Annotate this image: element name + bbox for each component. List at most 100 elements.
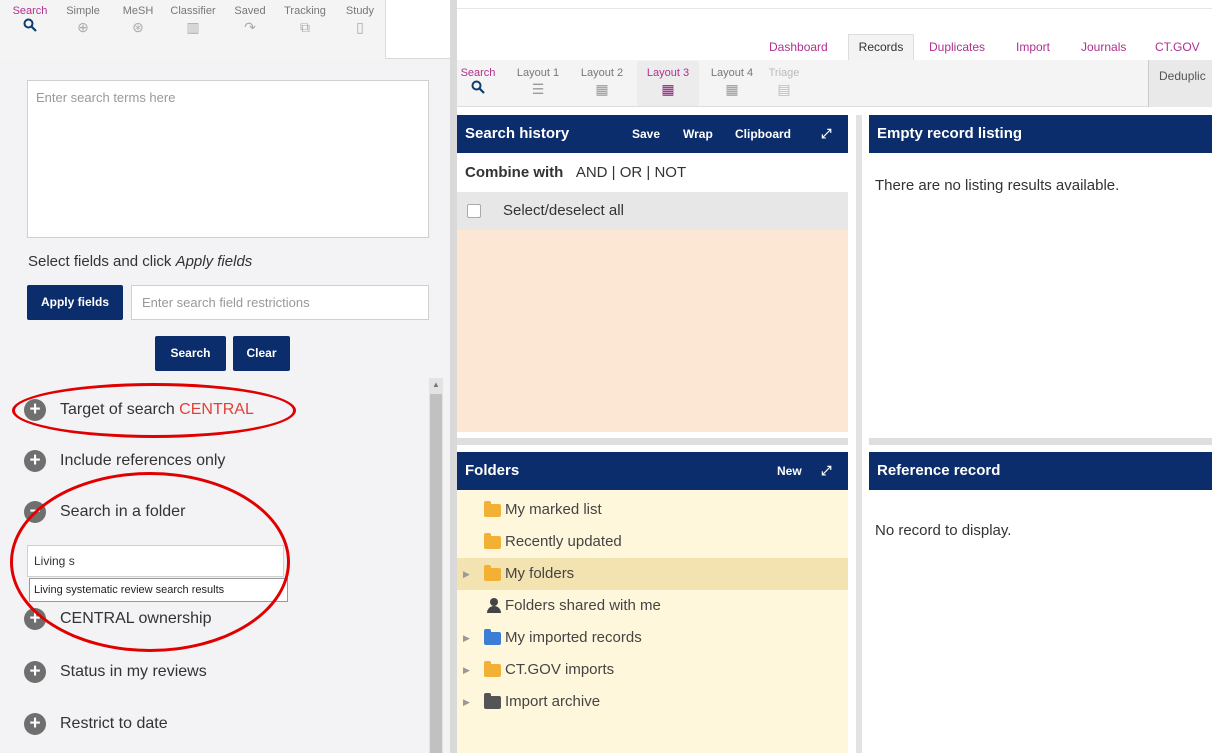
layout-tab-3[interactable]: Layout 3 ▦ [640,66,696,98]
folder-item-marked-list[interactable]: My marked list [457,494,848,526]
left-tab-bar: Search Simple ⊕ MeSH ⊛ Classifier ▥ Save… [0,0,450,59]
folder-icon [484,533,501,549]
folder-label: My marked list [505,501,602,518]
layout-label: Triage [768,67,800,79]
expand-arrow-icon[interactable]: ▶ [463,686,470,718]
combine-operators[interactable]: AND | OR | NOT [576,164,686,181]
layout-label: Search [460,67,496,79]
zoom-icon: ⊕ [77,19,89,35]
folder-item-recently-updated[interactable]: Recently updated [457,526,848,558]
combine-with-row: Combine with AND | OR | NOT [457,153,848,192]
clipboard-button[interactable]: Clipboard [735,115,791,153]
restrict-to-date-option[interactable]: + Restrict to date [24,711,168,737]
new-folder-button[interactable]: New [777,452,802,490]
layout-tab-2[interactable]: Layout 2 ▦ [574,66,630,98]
expand-icon[interactable]: ⤢ [821,452,831,490]
tab-saved[interactable]: Saved ↷ [230,4,270,56]
field-restrictions-input[interactable]: Enter search field restrictions [131,285,429,320]
expand-arrow-icon[interactable]: ▶ [463,622,470,654]
folder-label: Folders shared with me [505,597,661,614]
plus-circle-icon: + [24,661,46,683]
wrap-button[interactable]: Wrap [683,115,713,153]
nav-duplicates[interactable]: Duplicates [929,40,985,54]
panel-divider[interactable] [450,0,457,753]
layout-rows-icon: ☰ [531,81,545,97]
tab-search[interactable]: Search [10,4,50,56]
expand-icon[interactable]: ⤢ [821,115,831,153]
tab-label: Study [345,5,375,17]
layout-grid-icon: ▦ [725,81,739,97]
folder-item-shared[interactable]: Folders shared with me [457,590,848,622]
save-history-button[interactable]: Save [632,115,660,153]
layout-tab-1[interactable]: Layout 1 ☰ [510,66,566,98]
folder-label: My imported records [505,629,642,646]
folder-label: CT.GOV imports [505,661,615,678]
layout-label: Layout 3 [646,67,690,79]
tab-simple[interactable]: Simple ⊕ [63,4,103,56]
nav-import[interactable]: Import [1016,40,1050,54]
panel-title: Search history [465,125,570,142]
tab-classifier[interactable]: Classifier ▥ [168,4,218,56]
tracking-icon: ⧉ [300,19,310,35]
select-all-label: Select/deselect all [503,202,624,219]
layout-label: Layout 2 [580,67,624,79]
layout-label: Layout 1 [516,67,560,79]
folder-item-my-folders[interactable]: ▶ My folders [457,558,848,590]
status-in-reviews-option[interactable]: + Status in my reviews [24,659,207,685]
tab-label: Tracking [284,5,326,17]
select-all-checkbox[interactable] [467,204,481,219]
triage-icon: ▤ [777,81,791,97]
plus-circle-icon: + [24,450,46,472]
tab-study[interactable]: Study ▯ [340,4,380,56]
combine-label: Combine with [465,164,564,181]
nav-records[interactable]: Records [848,34,914,60]
person-icon [487,598,501,614]
folder-icon [484,693,501,709]
no-record-message: No record to display. [875,522,1012,539]
folder-icon [484,661,501,677]
folder-item-import-archive[interactable]: ▶ Import archive [457,686,848,718]
layout-split-icon: ▦ [595,81,609,97]
folder-label: Recently updated [505,533,622,550]
include-references-option[interactable]: + Include references only [24,448,225,474]
tab-label: MeSH [122,5,154,17]
splitter-bar[interactable] [457,438,848,445]
plus-circle-icon: + [24,713,46,735]
apply-fields-button[interactable]: Apply fields [27,285,123,320]
layout-grid-icon: ▦ [661,81,675,97]
folders-header: Folders New ⤢ [457,452,848,490]
tab-label: Saved [234,5,266,17]
splitter-bar[interactable] [856,115,862,753]
tab-mesh[interactable]: MeSH ⊛ [118,4,158,56]
nav-ctgov[interactable]: CT.GOV [1155,40,1200,54]
search-button[interactable]: Search [155,336,226,371]
select-all-row[interactable]: Select/deselect all [457,192,848,230]
tab-tracking[interactable]: Tracking ⧉ [280,4,330,56]
search-icon [458,80,498,98]
folder-item-ctgov-imports[interactable]: ▶ CT.GOV imports [457,654,848,686]
clear-button[interactable]: Clear [233,336,290,371]
search-terms-textarea[interactable]: Enter search terms here [27,80,429,238]
layout-tab-triage[interactable]: Triage ▤ [764,66,804,98]
search-icon [10,18,50,36]
folder-item-imported-records[interactable]: ▶ My imported records [457,622,848,654]
layout-tab-search[interactable]: Search [458,66,498,98]
redo-arrow-icon: ↷ [244,19,256,35]
expand-arrow-icon[interactable]: ▶ [463,654,470,686]
tab-label: Search [12,5,48,17]
nav-dashboard[interactable]: Dashboard [769,40,828,54]
scrollbar-thumb[interactable] [430,394,442,753]
reference-record-header: Reference record [869,452,1212,490]
folder-icon [484,501,501,517]
expand-arrow-icon[interactable]: ▶ [463,558,470,590]
layout-tab-4[interactable]: Layout 4 ▦ [704,66,760,98]
deduplicate-button[interactable]: Deduplic [1148,60,1212,107]
nav-journals[interactable]: Journals [1081,40,1126,54]
top-rule [457,8,1212,9]
scroll-up-icon[interactable]: ▲ [429,378,443,392]
record-listing-header: Empty record listing [869,115,1212,153]
splitter-bar[interactable] [869,438,1212,445]
empty-listing-message: There are no listing results available. [875,177,1120,194]
document-icon: ▯ [356,19,364,35]
mesh-icon: ⊛ [132,19,144,35]
